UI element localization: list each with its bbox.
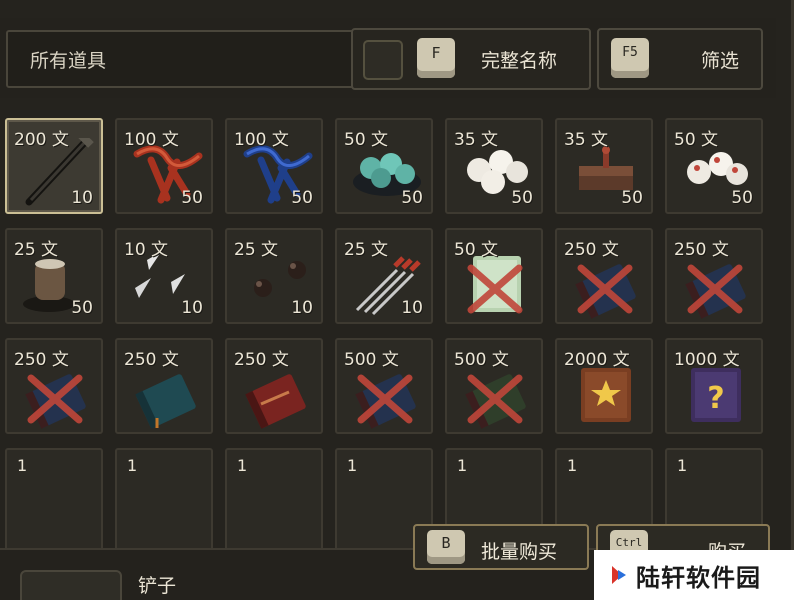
item-price: 50 文 [344, 130, 389, 150]
item-slot[interactable]: 100 文 50 [225, 118, 323, 214]
slot-count: 1 [127, 456, 138, 475]
item-price: 250 文 [14, 350, 69, 370]
item-slot[interactable]: 50 文 [445, 228, 543, 324]
slot-count: 1 [677, 456, 688, 475]
item-stock: 50 [621, 188, 643, 208]
f5-key-icon: F5 [611, 38, 649, 78]
selected-item-preview [20, 570, 122, 600]
item-slot[interactable]: 100 文 50 [115, 118, 213, 214]
item-slot[interactable]: 10 文 10 [115, 228, 213, 324]
slot-count: 1 [347, 456, 358, 475]
item-slot[interactable]: 50 文 50 [335, 118, 433, 214]
slot-count: 1 [457, 456, 468, 475]
bulk-buy-label: 批量购买 [481, 541, 558, 563]
item-price: 500 文 [344, 350, 399, 370]
item-slot[interactable]: 25 文 10 [335, 228, 433, 324]
watermark-logo-icon [612, 566, 626, 584]
svg-text:?: ? [707, 381, 724, 416]
item-slot[interactable]: 2000 文 [555, 338, 653, 434]
item-slot[interactable]: 35 文 50 [555, 118, 653, 214]
item-stock: 50 [181, 188, 203, 208]
item-price: 250 文 [674, 240, 729, 260]
f-key-icon: F [417, 38, 455, 78]
slot-count: 1 [237, 456, 248, 475]
item-price: 100 文 [234, 130, 289, 150]
item-price: 25 文 [14, 240, 59, 260]
item-stock: 50 [71, 298, 93, 318]
item-slot[interactable]: 250 文 [555, 228, 653, 324]
item-price: 50 文 [674, 130, 719, 150]
selected-item-name: 铲子 [138, 575, 177, 597]
item-price: 50 文 [454, 240, 499, 260]
item-price: 35 文 [564, 130, 609, 150]
bulk-buy-button[interactable]: B 批量购买 [413, 524, 589, 570]
item-slot[interactable]: 250 文 [665, 228, 763, 324]
item-stock: 10 [181, 298, 203, 318]
item-price: 25 文 [344, 240, 389, 260]
item-price: 250 文 [564, 240, 619, 260]
slot-count: 1 [567, 456, 578, 475]
filter-label: 筛选 [701, 50, 740, 72]
filter-button[interactable]: F5 筛选 [597, 28, 763, 90]
fullname-toggle[interactable]: F 完整名称 [351, 28, 591, 90]
item-price: 500 文 [454, 350, 509, 370]
item-stock: 10 [401, 298, 423, 318]
item-price: 200 文 [14, 130, 69, 150]
fullname-label: 完整名称 [481, 50, 558, 72]
item-price: 2000 文 [564, 350, 630, 370]
slot-count: 1 [17, 456, 28, 475]
category-label: 所有道具 [30, 50, 107, 72]
item-price: 25 文 [234, 240, 279, 260]
fullname-checkbox[interactable] [363, 40, 403, 80]
item-slot[interactable]: 200 文 10 [5, 118, 103, 214]
item-slot[interactable]: 250 文 [115, 338, 213, 434]
item-slot[interactable]: 500 文 [335, 338, 433, 434]
item-price: 10 文 [124, 240, 169, 260]
item-stock: 10 [71, 188, 93, 208]
item-stock: 50 [291, 188, 313, 208]
item-price: 35 文 [454, 130, 499, 150]
shop-window: 所有道具 F 完整名称 F5 筛选 200 文 10 100 文 50 100 文 50 5… [0, 0, 794, 600]
item-price: 100 文 [124, 130, 179, 150]
watermark: 陆轩软件园 [594, 550, 794, 600]
watermark-text: 陆轩软件园 [636, 563, 761, 592]
item-stock: 50 [731, 188, 753, 208]
item-slot[interactable]: 25 文 10 [225, 228, 323, 324]
item-price: 1000 文 [674, 350, 740, 370]
item-slot[interactable]: 250 文 [225, 338, 323, 434]
item-price: 250 文 [234, 350, 289, 370]
item-stock: 50 [401, 188, 423, 208]
item-slot[interactable]: 25 文 50 [5, 228, 103, 324]
item-price: 250 文 [124, 350, 179, 370]
item-slot[interactable]: 50 文 50 [665, 118, 763, 214]
b-key-icon: B [427, 530, 465, 564]
item-stock: 10 [291, 298, 313, 318]
item-slot[interactable]: 35 文 50 [445, 118, 543, 214]
item-stock: 50 [511, 188, 533, 208]
item-slot[interactable]: ? 1000 文 [665, 338, 763, 434]
item-slot[interactable]: 500 文 [445, 338, 543, 434]
category-filter-box[interactable]: 所有道具 [6, 30, 356, 88]
item-slot[interactable]: 250 文 [5, 338, 103, 434]
